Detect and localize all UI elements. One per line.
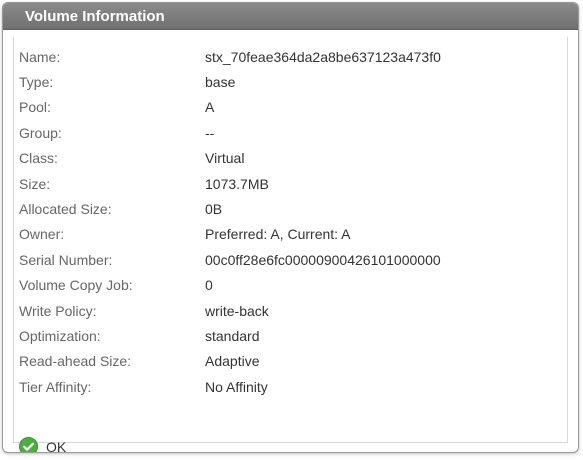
field-value: Virtual bbox=[205, 150, 245, 167]
field-value: Adaptive bbox=[205, 353, 260, 370]
field-value: 1073.7MB bbox=[205, 175, 269, 192]
check-circle-icon bbox=[19, 437, 38, 452]
field-label: Read-ahead Size: bbox=[19, 353, 132, 370]
field-row-pool: Pool: A bbox=[19, 95, 567, 120]
ok-button-label: OK bbox=[46, 438, 67, 453]
field-row-serial-number: Serial Number: 00c0ff28e6fc0000090042610… bbox=[19, 247, 567, 272]
field-label: Pool: bbox=[19, 99, 51, 116]
field-value: No Affinity bbox=[205, 378, 268, 395]
field-value: -- bbox=[205, 124, 215, 141]
field-row-group: Group: -- bbox=[19, 120, 567, 145]
field-row-volume-copy-job: Volume Copy Job: 0 bbox=[19, 273, 567, 298]
field-row-allocated-size: Allocated Size: 0B bbox=[19, 196, 567, 221]
field-value: Preferred: A, Current: A bbox=[205, 226, 351, 243]
field-list: Name: stx_70feae364da2a8be637123a473f0 T… bbox=[19, 44, 567, 399]
field-row-read-ahead-size: Read-ahead Size: Adaptive bbox=[19, 349, 567, 374]
field-label: Optimization: bbox=[19, 327, 101, 344]
field-row-name: Name: stx_70feae364da2a8be637123a473f0 bbox=[19, 44, 567, 69]
field-value: write-back bbox=[205, 302, 269, 319]
field-label: Size: bbox=[19, 175, 51, 192]
field-value: stx_70feae364da2a8be637123a473f0 bbox=[205, 48, 441, 65]
field-row-size: Size: 1073.7MB bbox=[19, 171, 567, 196]
field-value: 00c0ff28e6fc00000900426101000000 bbox=[205, 251, 441, 268]
field-value: base bbox=[205, 74, 236, 91]
volume-information-dialog: Volume Information Name: stx_70feae364da… bbox=[2, 2, 579, 453]
field-value: standard bbox=[205, 327, 260, 344]
field-label: Write Policy: bbox=[19, 302, 97, 319]
field-value: 0B bbox=[205, 201, 223, 218]
field-label: Tier Affinity: bbox=[19, 378, 92, 395]
field-label: Volume Copy Job: bbox=[19, 277, 133, 294]
field-label: Class: bbox=[19, 150, 58, 167]
ok-button[interactable]: OK bbox=[19, 437, 67, 453]
field-label: Group: bbox=[19, 124, 62, 141]
field-row-owner: Owner: Preferred: A, Current: A bbox=[19, 222, 567, 247]
field-value: A bbox=[205, 99, 215, 116]
field-label: Name: bbox=[19, 48, 61, 65]
dialog-body: Name: stx_70feae364da2a8be637123a473f0 T… bbox=[13, 37, 568, 452]
field-row-class: Class: Virtual bbox=[19, 146, 567, 171]
field-label: Serial Number: bbox=[19, 251, 113, 268]
field-label: Allocated Size: bbox=[19, 201, 112, 218]
dialog-title: Volume Information bbox=[3, 3, 578, 30]
field-row-optimization: Optimization: standard bbox=[19, 323, 567, 348]
field-row-tier-affinity: Tier Affinity: No Affinity bbox=[19, 374, 567, 399]
field-row-type: Type: base bbox=[19, 69, 567, 94]
field-label: Owner: bbox=[19, 226, 65, 243]
field-label: Type: bbox=[19, 74, 54, 91]
field-row-write-policy: Write Policy: write-back bbox=[19, 298, 567, 323]
field-value: 0 bbox=[205, 277, 213, 294]
